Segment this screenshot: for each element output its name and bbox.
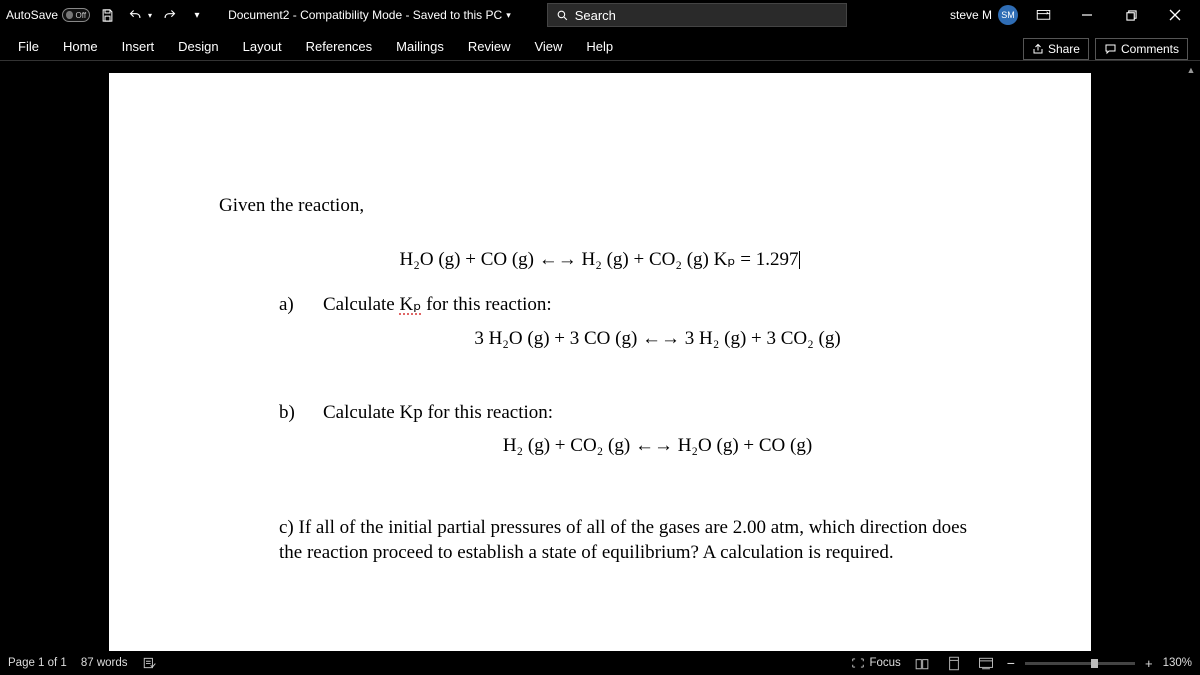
toggle-thumb <box>66 11 72 19</box>
comments-button[interactable]: Comments <box>1095 38 1188 60</box>
tab-review[interactable]: Review <box>456 33 523 60</box>
focus-icon <box>851 657 865 669</box>
minimize-button[interactable] <box>1068 0 1106 30</box>
doc-item-a: a) Calculate Kₚ for this reaction: <box>279 292 981 318</box>
read-mode-icon[interactable] <box>911 654 933 672</box>
zoom-in-button[interactable]: + <box>1145 656 1153 671</box>
toggle-track[interactable]: Off <box>62 8 90 22</box>
title-chevron-icon[interactable]: ▾ <box>506 10 511 21</box>
proofing-icon[interactable] <box>142 656 157 670</box>
tab-help[interactable]: Help <box>574 33 625 60</box>
user-name: steve M <box>950 8 992 22</box>
search-placeholder: Search <box>575 8 616 23</box>
autosave-label: AutoSave <box>6 8 58 22</box>
web-layout-icon[interactable] <box>975 654 997 672</box>
status-page[interactable]: Page 1 of 1 <box>8 657 67 669</box>
maximize-button[interactable] <box>1112 0 1150 30</box>
tab-design[interactable]: Design <box>166 33 230 60</box>
share-icon <box>1032 43 1044 55</box>
status-words[interactable]: 87 words <box>81 657 128 669</box>
qat-customize-icon[interactable]: ▾ <box>186 4 208 26</box>
title-bar: AutoSave Off ▾ ▾ Document2 - Compatibili… <box>0 0 1200 30</box>
tab-layout[interactable]: Layout <box>231 33 294 60</box>
search-icon <box>556 9 569 22</box>
scroll-up-icon[interactable]: ▲ <box>1184 63 1198 77</box>
document-area[interactable]: ▲ Given the reaction, H₂O (g) + CO (g) ←… <box>0 61 1200 651</box>
tab-file[interactable]: File <box>6 33 51 60</box>
zoom-level[interactable]: 130% <box>1163 657 1192 669</box>
focus-mode-button[interactable]: Focus <box>851 657 900 669</box>
document-title: Document2 - Compatibility Mode - Saved t… <box>228 8 511 22</box>
doc-equation-a: 3 H₂O (g) + 3 CO (g) ←→ 3 H₂ (g) + 3 CO₂… <box>334 326 981 352</box>
item-b-text: Calculate Kp for this reaction: <box>323 400 553 426</box>
save-icon[interactable] <box>96 4 118 26</box>
doc-equation-main: H₂O (g) + CO (g) ←→ H₂ (g) + CO₂ (g) Kₚ … <box>219 247 981 273</box>
ribbon-display-icon[interactable] <box>1024 0 1062 30</box>
tab-home[interactable]: Home <box>51 33 110 60</box>
share-button[interactable]: Share <box>1023 38 1089 60</box>
autosave-toggle[interactable]: AutoSave Off <box>6 8 90 22</box>
redo-icon[interactable] <box>158 4 180 26</box>
zoom-thumb[interactable] <box>1091 659 1098 668</box>
tab-insert[interactable]: Insert <box>110 33 167 60</box>
search-box[interactable]: Search <box>547 3 847 27</box>
doc-intro: Given the reaction, <box>219 193 981 219</box>
print-layout-icon[interactable] <box>943 654 965 672</box>
avatar: SM <box>998 5 1018 25</box>
account-button[interactable]: steve M SM <box>950 5 1018 25</box>
document-page[interactable]: Given the reaction, H₂O (g) + CO (g) ←→ … <box>109 73 1091 651</box>
doc-equation-b: H₂ (g) + CO₂ (g) ←→ H₂O (g) + CO (g) <box>334 433 981 459</box>
item-a-label: a) <box>279 292 301 318</box>
zoom-out-button[interactable]: − <box>1007 655 1015 671</box>
undo-chevron-icon[interactable]: ▾ <box>148 11 152 20</box>
close-button[interactable] <box>1156 0 1194 30</box>
autosave-state: Off <box>76 11 87 20</box>
ribbon-tabs: File Home Insert Design Layout Reference… <box>0 30 1200 60</box>
text-cursor <box>799 251 800 269</box>
item-a-text: Calculate Kₚ for this reaction: <box>323 292 552 318</box>
tab-mailings[interactable]: Mailings <box>384 33 456 60</box>
zoom-slider[interactable] <box>1025 662 1135 665</box>
comment-icon <box>1104 43 1117 55</box>
doc-item-c: c) If all of the initial partial pressur… <box>219 515 981 566</box>
tab-references[interactable]: References <box>294 33 384 60</box>
undo-icon[interactable] <box>124 4 146 26</box>
item-b-label: b) <box>279 400 301 426</box>
tab-view[interactable]: View <box>522 33 574 60</box>
status-bar: Page 1 of 1 87 words Focus − + 130% <box>0 651 1200 675</box>
doc-item-b: b) Calculate Kp for this reaction: <box>279 400 981 426</box>
